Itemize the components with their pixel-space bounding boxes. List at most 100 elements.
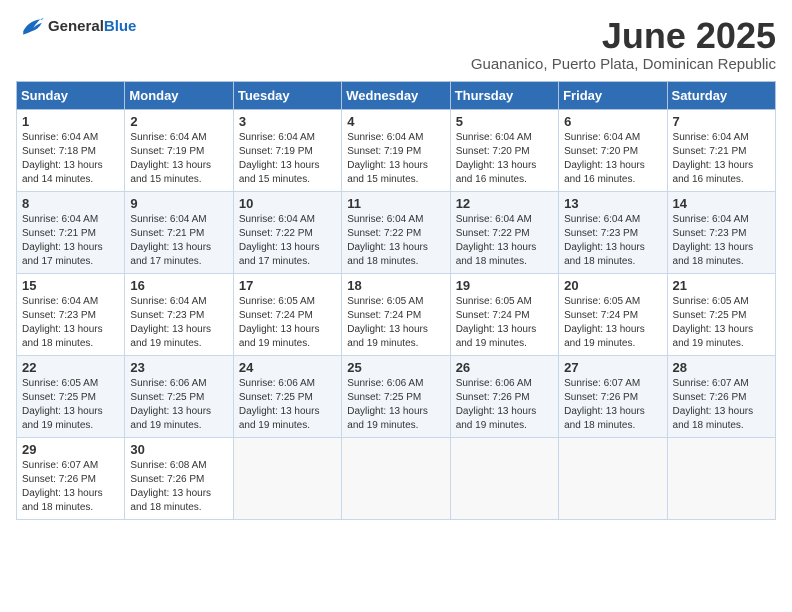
month-title: June 2025 [471, 16, 776, 56]
day-info: Sunrise: 6:05 AMSunset: 7:25 PMDaylight:… [673, 295, 770, 351]
logo-text: GeneralBlue [48, 18, 136, 36]
calendar-cell: 11 Sunrise: 6:04 AMSunset: 7:22 PMDayligh… [342, 191, 450, 273]
day-number: 11 [347, 196, 444, 211]
calendar-cell: 2 Sunrise: 6:04 AMSunset: 7:19 PMDaylight… [125, 109, 233, 191]
day-info: Sunrise: 6:07 AMSunset: 7:26 PMDaylight:… [22, 459, 119, 515]
day-info: Sunrise: 6:04 AMSunset: 7:22 PMDaylight:… [347, 213, 444, 269]
day-number: 15 [22, 278, 119, 293]
calendar-cell: 23 Sunrise: 6:06 AMSunset: 7:25 PMDayligh… [125, 355, 233, 437]
day-info: Sunrise: 6:04 AMSunset: 7:19 PMDaylight:… [239, 131, 336, 187]
calendar-cell: 12 Sunrise: 6:04 AMSunset: 7:22 PMDayligh… [450, 191, 558, 273]
calendar-cell: 30 Sunrise: 6:08 AMSunset: 7:26 PMDayligh… [125, 437, 233, 519]
day-number: 22 [22, 360, 119, 375]
calendar-week-5: 29Sunrise: 6:07 AMSunset: 7:26 PMDayligh… [17, 437, 776, 519]
day-info: Sunrise: 6:04 AMSunset: 7:20 PMDaylight:… [564, 131, 661, 187]
calendar-cell: 26 Sunrise: 6:06 AMSunset: 7:26 PMDayligh… [450, 355, 558, 437]
day-info: Sunrise: 6:04 AMSunset: 7:19 PMDaylight:… [347, 131, 444, 187]
day-info: Sunrise: 6:04 AMSunset: 7:23 PMDaylight:… [22, 295, 119, 351]
calendar-cell: 19 Sunrise: 6:05 AMSunset: 7:24 PMDayligh… [450, 273, 558, 355]
calendar-week-2: 8 Sunrise: 6:04 AMSunset: 7:21 PMDaylight… [17, 191, 776, 273]
day-info: Sunrise: 6:04 AMSunset: 7:23 PMDaylight:… [673, 213, 770, 269]
day-info: Sunrise: 6:04 AMSunset: 7:21 PMDaylight:… [22, 213, 119, 269]
weekday-header-wednesday: Wednesday [342, 81, 450, 109]
day-number: 13 [564, 196, 661, 211]
weekday-header-monday: Monday [125, 81, 233, 109]
day-info: Sunrise: 6:04 AMSunset: 7:23 PMDaylight:… [130, 295, 227, 351]
day-number: 7 [673, 114, 770, 129]
calendar-cell: 21 Sunrise: 6:05 AMSunset: 7:25 PMDayligh… [667, 273, 775, 355]
calendar-cell: 1 Sunrise: 6:04 AMSunset: 7:18 PMDaylight… [17, 109, 125, 191]
calendar-cell: 3Sunrise: 6:04 AMSunset: 7:19 PMDaylight… [233, 109, 341, 191]
calendar-cell: 16 Sunrise: 6:04 AMSunset: 7:23 PMDayligh… [125, 273, 233, 355]
day-info: Sunrise: 6:06 AMSunset: 7:26 PMDaylight:… [456, 377, 553, 433]
weekday-header-thursday: Thursday [450, 81, 558, 109]
day-info: Sunrise: 6:05 AMSunset: 7:24 PMDaylight:… [456, 295, 553, 351]
day-number: 25 [347, 360, 444, 375]
title-area: June 2025 Guananico, Puerto Plata, Domin… [471, 16, 776, 73]
calendar-table: SundayMondayTuesdayWednesdayThursdayFrid… [16, 81, 776, 520]
weekday-header-row: SundayMondayTuesdayWednesdayThursdayFrid… [17, 81, 776, 109]
day-number: 6 [564, 114, 661, 129]
logo-blue: Blue [104, 18, 137, 35]
day-number: 2 [130, 114, 227, 129]
calendar-cell: 7 Sunrise: 6:04 AMSunset: 7:21 PMDaylight… [667, 109, 775, 191]
day-number: 26 [456, 360, 553, 375]
day-info: Sunrise: 6:07 AMSunset: 7:26 PMDaylight:… [673, 377, 770, 433]
day-number: 19 [456, 278, 553, 293]
day-number: 28 [673, 360, 770, 375]
day-number: 18 [347, 278, 444, 293]
logo: GeneralBlue [16, 16, 136, 38]
day-number: 8 [22, 196, 119, 211]
day-info: Sunrise: 6:05 AMSunset: 7:24 PMDaylight:… [239, 295, 336, 351]
day-info: Sunrise: 6:04 AMSunset: 7:20 PMDaylight:… [456, 131, 553, 187]
day-number: 30 [130, 442, 227, 457]
day-info: Sunrise: 6:04 AMSunset: 7:21 PMDaylight:… [673, 131, 770, 187]
calendar-cell: 13 Sunrise: 6:04 AMSunset: 7:23 PMDayligh… [559, 191, 667, 273]
logo-general: General [48, 18, 104, 35]
calendar-cell: 27 Sunrise: 6:07 AMSunset: 7:26 PMDayligh… [559, 355, 667, 437]
day-info: Sunrise: 6:04 AMSunset: 7:19 PMDaylight:… [130, 131, 227, 187]
day-info: Sunrise: 6:08 AMSunset: 7:26 PMDaylight:… [130, 459, 227, 515]
calendar-cell: 20 Sunrise: 6:05 AMSunset: 7:24 PMDayligh… [559, 273, 667, 355]
location-subtitle: Guananico, Puerto Plata, Dominican Repub… [471, 56, 776, 73]
day-number: 9 [130, 196, 227, 211]
day-number: 23 [130, 360, 227, 375]
calendar-cell: 22 Sunrise: 6:05 AMSunset: 7:25 PMDayligh… [17, 355, 125, 437]
calendar-cell: 10Sunrise: 6:04 AMSunset: 7:22 PMDayligh… [233, 191, 341, 273]
day-number: 5 [456, 114, 553, 129]
day-info: Sunrise: 6:07 AMSunset: 7:26 PMDaylight:… [564, 377, 661, 433]
day-number: 1 [22, 114, 119, 129]
day-number: 20 [564, 278, 661, 293]
calendar-cell: 24Sunrise: 6:06 AMSunset: 7:25 PMDayligh… [233, 355, 341, 437]
day-number: 4 [347, 114, 444, 129]
day-number: 21 [673, 278, 770, 293]
weekday-header-sunday: Sunday [17, 81, 125, 109]
day-info: Sunrise: 6:06 AMSunset: 7:25 PMDaylight:… [130, 377, 227, 433]
day-info: Sunrise: 6:04 AMSunset: 7:21 PMDaylight:… [130, 213, 227, 269]
day-number: 12 [456, 196, 553, 211]
logo-bird-icon [16, 16, 44, 38]
page-header: GeneralBlue June 2025 Guananico, Puerto … [16, 16, 776, 73]
calendar-cell: 18 Sunrise: 6:05 AMSunset: 7:24 PMDayligh… [342, 273, 450, 355]
day-info: Sunrise: 6:05 AMSunset: 7:24 PMDaylight:… [347, 295, 444, 351]
calendar-cell [233, 437, 341, 519]
day-info: Sunrise: 6:04 AMSunset: 7:23 PMDaylight:… [564, 213, 661, 269]
day-number: 16 [130, 278, 227, 293]
calendar-week-4: 22 Sunrise: 6:05 AMSunset: 7:25 PMDayligh… [17, 355, 776, 437]
calendar-cell: 17 Sunrise: 6:05 AMSunset: 7:24 PMDayligh… [233, 273, 341, 355]
day-number: 27 [564, 360, 661, 375]
day-info: Sunrise: 6:05 AMSunset: 7:25 PMDaylight:… [22, 377, 119, 433]
weekday-header-saturday: Saturday [667, 81, 775, 109]
day-number: 14 [673, 196, 770, 211]
day-info: Sunrise: 6:04 AMSunset: 7:22 PMDaylight:… [456, 213, 553, 269]
day-number: 17 [239, 278, 336, 293]
weekday-header-friday: Friday [559, 81, 667, 109]
calendar-cell [450, 437, 558, 519]
day-info: Sunrise: 6:04 AMSunset: 7:18 PMDaylight:… [22, 131, 119, 187]
calendar-cell: 25Sunrise: 6:06 AMSunset: 7:25 PMDayligh… [342, 355, 450, 437]
calendar-week-1: 1 Sunrise: 6:04 AMSunset: 7:18 PMDaylight… [17, 109, 776, 191]
weekday-header-tuesday: Tuesday [233, 81, 341, 109]
day-info: Sunrise: 6:05 AMSunset: 7:24 PMDaylight:… [564, 295, 661, 351]
day-info: Sunrise: 6:04 AMSunset: 7:22 PMDaylight:… [239, 213, 336, 269]
calendar-cell: 5 Sunrise: 6:04 AMSunset: 7:20 PMDaylight… [450, 109, 558, 191]
